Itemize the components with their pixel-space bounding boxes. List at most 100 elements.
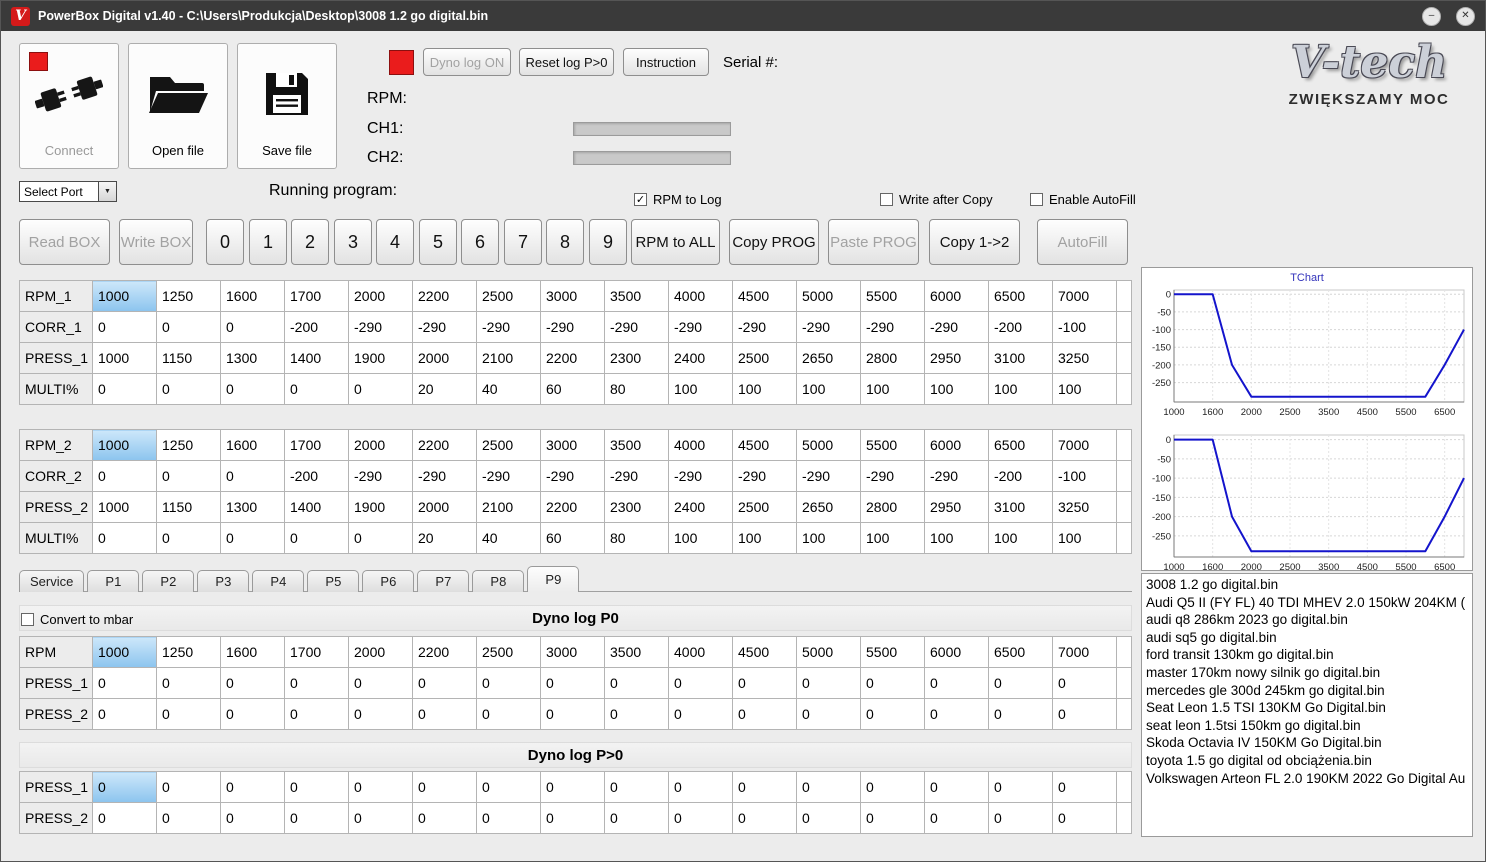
- cell-CORR_1-13[interactable]: -290: [924, 311, 989, 343]
- cell-RPM-10[interactable]: 4500: [732, 636, 797, 668]
- grid-cell-empty[interactable]: [1116, 429, 1132, 461]
- cell-PRESS_1-11[interactable]: 2650: [796, 342, 861, 374]
- file-item[interactable]: Seat Leon 1.5 TSI 130KM Go Digital.bin: [1146, 699, 1468, 717]
- cell-RPM-2[interactable]: 1600: [220, 636, 285, 668]
- cell-CORR_2-13[interactable]: -290: [924, 460, 989, 492]
- cell-RPM_2-1[interactable]: 1250: [156, 429, 221, 461]
- cell-PRESS_1-14[interactable]: 3100: [988, 342, 1053, 374]
- tab-p3[interactable]: P3: [197, 570, 250, 592]
- cell-MULTI%-13[interactable]: 100: [924, 522, 989, 554]
- cell-MULTI%-3[interactable]: 0: [284, 522, 349, 554]
- cell-PRESS_1-8[interactable]: 2300: [604, 342, 669, 374]
- cell-CORR_1-0[interactable]: 0: [92, 311, 157, 343]
- cell-RPM_2-6[interactable]: 2500: [476, 429, 541, 461]
- cell-RPM-5[interactable]: 2200: [412, 636, 477, 668]
- cell-CORR_1-4[interactable]: -290: [348, 311, 413, 343]
- cell-PRESS_2-1[interactable]: 0: [156, 802, 221, 834]
- cell-RPM-6[interactable]: 2500: [476, 636, 541, 668]
- digit-button-7[interactable]: 7: [504, 219, 542, 265]
- cell-RPM_2-2[interactable]: 1600: [220, 429, 285, 461]
- cell-PRESS_2-2[interactable]: 0: [220, 802, 285, 834]
- cell-PRESS_2-14[interactable]: 0: [988, 698, 1053, 730]
- cell-CORR_2-10[interactable]: -290: [732, 460, 797, 492]
- cell-MULTI%-1[interactable]: 0: [156, 373, 221, 405]
- cell-PRESS_2-12[interactable]: 0: [860, 698, 925, 730]
- cell-CORR_2-3[interactable]: -200: [284, 460, 349, 492]
- cell-PRESS_2-13[interactable]: 0: [924, 802, 989, 834]
- cell-CORR_2-15[interactable]: -100: [1052, 460, 1117, 492]
- cell-PRESS_1-1[interactable]: 0: [156, 771, 221, 803]
- cell-RPM_1-4[interactable]: 2000: [348, 280, 413, 312]
- grid-cell-empty[interactable]: [1116, 802, 1132, 834]
- cell-MULTI%-14[interactable]: 100: [988, 373, 1053, 405]
- convert-to-mbar-checkbox[interactable]: Convert to mbar: [21, 612, 133, 627]
- cell-MULTI%-9[interactable]: 100: [668, 373, 733, 405]
- file-item[interactable]: 3008 1.2 go digital.bin: [1146, 576, 1468, 594]
- grid-cell-empty[interactable]: [1116, 491, 1132, 523]
- cell-RPM-9[interactable]: 4000: [668, 636, 733, 668]
- cell-RPM_1-13[interactable]: 6000: [924, 280, 989, 312]
- cell-CORR_1-12[interactable]: -290: [860, 311, 925, 343]
- cell-MULTI%-6[interactable]: 40: [476, 522, 541, 554]
- cell-PRESS_1-0[interactable]: 1000: [92, 342, 157, 374]
- cell-PRESS_2-10[interactable]: 0: [732, 802, 797, 834]
- cell-RPM_1-14[interactable]: 6500: [988, 280, 1053, 312]
- grid-cell-empty[interactable]: [1116, 460, 1132, 492]
- cell-RPM-15[interactable]: 7000: [1052, 636, 1117, 668]
- cell-RPM_2-13[interactable]: 6000: [924, 429, 989, 461]
- file-item[interactable]: audi q8 286km 2023 go digital.bin: [1146, 611, 1468, 629]
- cell-PRESS_2-15[interactable]: 3250: [1052, 491, 1117, 523]
- cell-RPM-1[interactable]: 1250: [156, 636, 221, 668]
- cell-RPM_1-8[interactable]: 3500: [604, 280, 669, 312]
- cell-RPM_2-8[interactable]: 3500: [604, 429, 669, 461]
- grid-cell-empty[interactable]: [1116, 667, 1132, 699]
- cell-PRESS_1-6[interactable]: 0: [476, 667, 541, 699]
- cell-CORR_1-1[interactable]: 0: [156, 311, 221, 343]
- digit-button-6[interactable]: 6: [461, 219, 499, 265]
- cell-PRESS_2-3[interactable]: 1400: [284, 491, 349, 523]
- cell-MULTI%-5[interactable]: 20: [412, 522, 477, 554]
- digit-button-2[interactable]: 2: [291, 219, 329, 265]
- digit-button-8[interactable]: 8: [546, 219, 584, 265]
- cell-PRESS_2-3[interactable]: 0: [284, 698, 349, 730]
- cell-RPM-11[interactable]: 5000: [796, 636, 861, 668]
- cell-CORR_2-9[interactable]: -290: [668, 460, 733, 492]
- digit-button-0[interactable]: 0: [206, 219, 244, 265]
- cell-RPM_1-5[interactable]: 2200: [412, 280, 477, 312]
- cell-RPM_1-15[interactable]: 7000: [1052, 280, 1117, 312]
- cell-CORR_1-10[interactable]: -290: [732, 311, 797, 343]
- cell-CORR_2-0[interactable]: 0: [92, 460, 157, 492]
- cell-PRESS_1-14[interactable]: 0: [988, 667, 1053, 699]
- cell-RPM_1-10[interactable]: 4500: [732, 280, 797, 312]
- grid-cell-empty[interactable]: [1116, 280, 1132, 312]
- cell-PRESS_1-15[interactable]: 3250: [1052, 342, 1117, 374]
- cell-PRESS_1-15[interactable]: 0: [1052, 771, 1117, 803]
- tab-p2[interactable]: P2: [142, 570, 195, 592]
- cell-RPM_2-0[interactable]: 1000: [92, 429, 157, 461]
- cell-PRESS_2-13[interactable]: 0: [924, 698, 989, 730]
- cell-PRESS_2-9[interactable]: 0: [668, 802, 733, 834]
- cell-PRESS_2-10[interactable]: 0: [732, 698, 797, 730]
- cell-MULTI%-12[interactable]: 100: [860, 522, 925, 554]
- autofill-button[interactable]: AutoFill: [1037, 219, 1128, 265]
- connect-button[interactable]: Connect: [19, 43, 119, 169]
- cell-CORR_1-8[interactable]: -290: [604, 311, 669, 343]
- cell-RPM_1-6[interactable]: 2500: [476, 280, 541, 312]
- cell-MULTI%-15[interactable]: 100: [1052, 522, 1117, 554]
- cell-MULTI%-15[interactable]: 100: [1052, 373, 1117, 405]
- cell-MULTI%-9[interactable]: 100: [668, 522, 733, 554]
- cell-PRESS_1-4[interactable]: 1900: [348, 342, 413, 374]
- cell-PRESS_1-3[interactable]: 1400: [284, 342, 349, 374]
- paste-prog-button[interactable]: Paste PROG: [828, 219, 919, 265]
- cell-RPM_2-12[interactable]: 5500: [860, 429, 925, 461]
- cell-CORR_2-4[interactable]: -290: [348, 460, 413, 492]
- cell-CORR_1-7[interactable]: -290: [540, 311, 605, 343]
- cell-MULTI%-8[interactable]: 80: [604, 373, 669, 405]
- cell-PRESS_2-15[interactable]: 0: [1052, 698, 1117, 730]
- cell-CORR_2-14[interactable]: -200: [988, 460, 1053, 492]
- cell-PRESS_2-4[interactable]: 0: [348, 802, 413, 834]
- tab-p8[interactable]: P8: [472, 570, 525, 592]
- cell-PRESS_2-0[interactable]: 1000: [92, 491, 157, 523]
- cell-MULTI%-13[interactable]: 100: [924, 373, 989, 405]
- cell-MULTI%-11[interactable]: 100: [796, 522, 861, 554]
